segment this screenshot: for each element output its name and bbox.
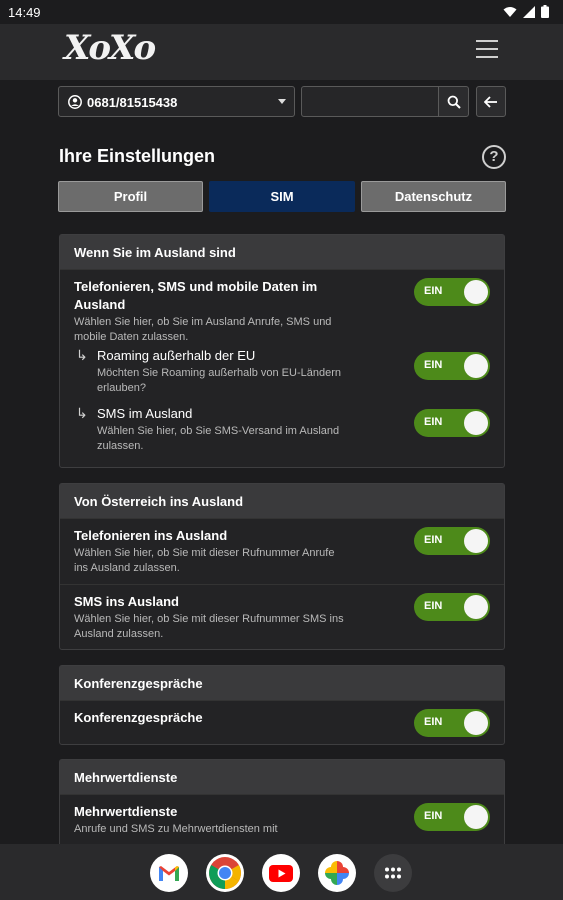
menu-icon[interactable] xyxy=(476,40,498,60)
section-abroad: Wenn Sie im Ausland sind Telefonieren, S… xyxy=(59,234,505,468)
toggle-label: EIN xyxy=(424,716,443,728)
setting-text: Telefonieren ins Ausland Wählen Sie hier… xyxy=(74,527,349,576)
toggle-knob xyxy=(464,595,488,619)
app-drawer-icon[interactable] xyxy=(374,854,412,892)
signal-icon xyxy=(523,5,535,18)
setting-row: Telefonieren ins Ausland Wählen Sie hier… xyxy=(60,518,504,584)
account-toolbar: 0681/81515438 xyxy=(58,86,506,118)
gmail-glyph xyxy=(159,865,179,881)
toggle-label: EIN xyxy=(424,359,443,371)
toggle-roaming-abroad[interactable]: EIN xyxy=(414,278,490,306)
toggle-knob xyxy=(464,805,488,829)
toggle-label: EIN xyxy=(424,416,443,428)
battery-icon xyxy=(541,5,549,18)
subitem-arrow-icon: ↳ xyxy=(76,405,88,421)
youtube-icon[interactable] xyxy=(262,854,300,892)
photos-icon[interactable] xyxy=(318,854,356,892)
toggle-sms-abroad[interactable]: EIN xyxy=(414,409,490,437)
section-title: Von Österreich ins Ausland xyxy=(60,484,504,518)
search-input[interactable] xyxy=(301,86,439,117)
setting-row: SMS ins Ausland Wählen Sie hier, ob Sie … xyxy=(60,584,504,650)
status-bar: 14:49 xyxy=(0,0,563,24)
tab-datenschutz[interactable]: Datenschutz xyxy=(361,181,506,212)
setting-description: Wählen Sie hier, ob Sie mit dieser Rufnu… xyxy=(74,613,344,640)
chrome-icon[interactable] xyxy=(206,854,244,892)
toggle-roaming-non-eu[interactable]: EIN xyxy=(414,352,490,380)
search-button[interactable] xyxy=(438,86,469,117)
toggle-label: EIN xyxy=(424,534,443,546)
subitem-arrow-icon: ↳ xyxy=(76,347,88,363)
setting-title: SMS im Ausland xyxy=(97,406,193,421)
toggle-premium-services[interactable]: EIN xyxy=(414,803,490,831)
setting-title: Roaming außerhalb der EU xyxy=(97,348,256,363)
status-time: 14:49 xyxy=(8,5,41,20)
page-title: Ihre Einstellungen xyxy=(59,146,216,166)
toggle-calls-abroad[interactable]: EIN xyxy=(414,527,490,555)
gmail-icon[interactable] xyxy=(150,854,188,892)
tab-sim[interactable]: SIM xyxy=(209,181,355,212)
setting-description: Wählen Sie hier, ob Sie mit dieser Rufnu… xyxy=(74,547,335,574)
brand-logo[interactable]: XoXo xyxy=(64,28,156,68)
wifi-icon xyxy=(503,6,517,17)
section-conference: Konferenzgespräche Konferenzgespräche EI… xyxy=(59,665,505,745)
setting-text: Konferenzgespräche xyxy=(74,709,349,727)
tab-profil[interactable]: Profil xyxy=(58,181,203,212)
app-header: XoXo xyxy=(0,24,563,80)
setting-text: Roaming außerhalb der EU Möchten Sie Roa… xyxy=(97,347,357,396)
chevron-down-icon xyxy=(278,99,286,104)
setting-title: Telefonieren, SMS und mobile Daten im Au… xyxy=(74,279,318,312)
setting-title: SMS ins Ausland xyxy=(74,594,179,609)
help-icon[interactable]: ? xyxy=(482,145,506,169)
section-title: Wenn Sie im Ausland sind xyxy=(60,235,504,269)
search-icon xyxy=(447,95,461,109)
user-circle-icon xyxy=(68,95,82,109)
phone-number-value: 0681/81515438 xyxy=(87,95,178,110)
toggle-knob xyxy=(464,529,488,553)
setting-title: Telefonieren ins Ausland xyxy=(74,528,228,543)
toggle-label: EIN xyxy=(424,600,443,612)
dots-grid-glyph xyxy=(385,867,401,879)
setting-text: Telefonieren, SMS und mobile Daten im Au… xyxy=(74,278,349,345)
setting-description: Wählen Sie hier, ob Sie SMS-Versand im A… xyxy=(97,425,340,452)
setting-title: Konferenzgespräche xyxy=(74,710,203,725)
back-button[interactable] xyxy=(476,86,506,117)
setting-title: Mehrwertdienste xyxy=(74,804,178,819)
setting-row: Konferenzgespräche EIN xyxy=(60,700,504,744)
setting-row: Telefonieren, SMS und mobile Daten im Au… xyxy=(60,269,504,345)
settings-tabs: Profil SIM Datenschutz xyxy=(58,181,506,212)
toggle-label: EIN xyxy=(424,285,443,297)
toggle-knob xyxy=(464,711,488,735)
photos-glyph xyxy=(325,861,349,885)
app-dock xyxy=(0,844,563,900)
toggle-conference[interactable]: EIN xyxy=(414,709,490,737)
youtube-glyph xyxy=(269,864,293,882)
phone-number-select[interactable]: 0681/81515438 xyxy=(58,86,295,117)
setting-text: SMS im Ausland Wählen Sie hier, ob Sie S… xyxy=(97,405,357,454)
setting-description: Anrufe und SMS zu Mehrwertdiensten mit xyxy=(74,823,278,835)
section-austria-to-abroad: Von Österreich ins Ausland Telefonieren … xyxy=(59,483,505,650)
setting-row: ↳ Roaming außerhalb der EU Möchten Sie R… xyxy=(60,345,504,403)
section-title: Konferenzgespräche xyxy=(60,666,504,700)
toggle-knob xyxy=(464,280,488,304)
setting-text: Mehrwertdienste Anrufe und SMS zu Mehrwe… xyxy=(74,803,349,837)
toggle-knob xyxy=(464,411,488,435)
setting-description: Wählen Sie hier, ob Sie im Ausland Anruf… xyxy=(74,316,332,343)
setting-text: SMS ins Ausland Wählen Sie hier, ob Sie … xyxy=(74,593,349,642)
setting-row: ↳ SMS im Ausland Wählen Sie hier, ob Sie… xyxy=(60,403,504,467)
toggle-sms-to-abroad[interactable]: EIN xyxy=(414,593,490,621)
section-title: Mehrwertdienste xyxy=(60,760,504,794)
toggle-label: EIN xyxy=(424,810,443,822)
chrome-glyph xyxy=(209,857,241,889)
setting-description: Möchten Sie Roaming außerhalb von EU-Län… xyxy=(97,367,341,394)
toggle-knob xyxy=(464,354,488,378)
status-icons xyxy=(503,5,549,18)
arrow-left-icon xyxy=(484,95,497,108)
